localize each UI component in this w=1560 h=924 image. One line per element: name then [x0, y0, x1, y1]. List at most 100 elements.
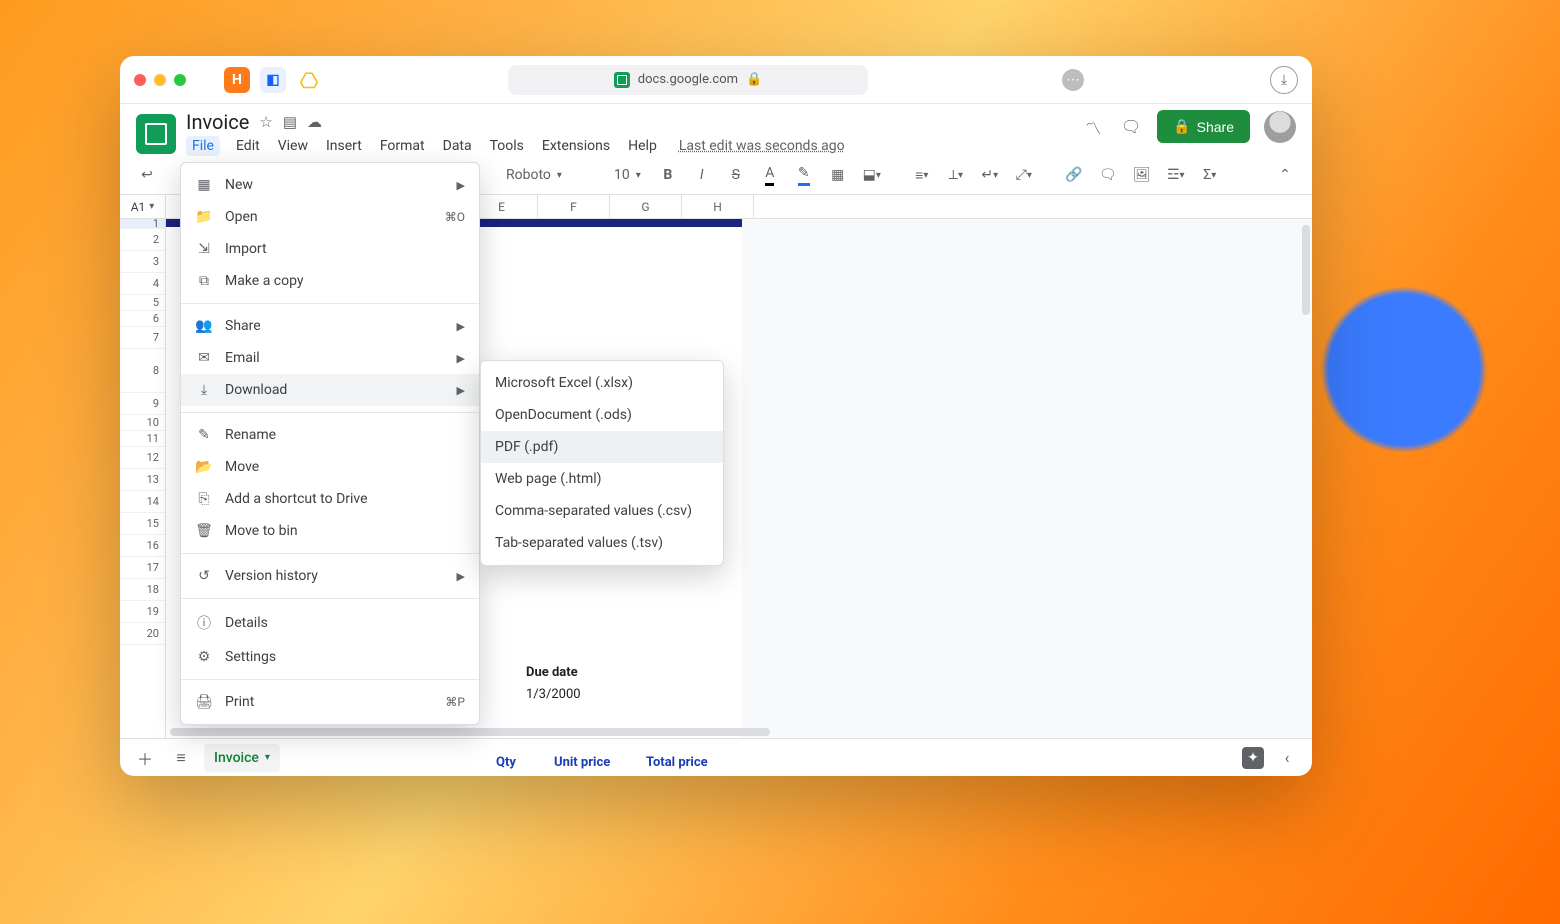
bold-button[interactable]: B [655, 162, 681, 188]
row-header[interactable]: 5 [120, 295, 165, 311]
row-header[interactable]: 3 [120, 251, 165, 273]
vertical-scrollbar[interactable] [1300, 219, 1310, 738]
row-header[interactable]: 9 [120, 393, 165, 415]
download-html[interactable]: Web page (.html) [481, 463, 723, 495]
menu-item-share[interactable]: 👥 Share ▶ [181, 310, 479, 342]
row-header[interactable]: 13 [120, 469, 165, 491]
download-ods[interactable]: OpenDocument (.ods) [481, 399, 723, 431]
activity-icon[interactable]: 〽 [1081, 115, 1105, 139]
download-xlsx[interactable]: Microsoft Excel (.xlsx) [481, 367, 723, 399]
row-header[interactable]: 11 [120, 431, 165, 447]
menu-item-open[interactable]: 📁 Open ⌘O [181, 201, 479, 233]
window-minimize-button[interactable] [154, 74, 166, 86]
all-sheets-button[interactable]: ≡ [168, 745, 194, 771]
pinned-tab-drive[interactable] [296, 67, 322, 93]
menu-item-details[interactable]: ⓘ Details [181, 605, 479, 641]
menu-item-rename[interactable]: ✎ Rename [181, 419, 479, 451]
menu-data[interactable]: Data [441, 136, 474, 156]
row-header[interactable]: 7 [120, 327, 165, 349]
vertical-align-button[interactable]: ⟂▾ [943, 162, 969, 188]
row-header[interactable]: 16 [120, 535, 165, 557]
column-header[interactable]: H [682, 195, 754, 218]
menu-extensions[interactable]: Extensions [540, 136, 612, 156]
insert-chart-button[interactable]: 🖼 [1129, 162, 1155, 188]
window-close-button[interactable] [134, 74, 146, 86]
strikethrough-button[interactable]: S [723, 162, 749, 188]
row-header[interactable]: 6 [120, 311, 165, 327]
pinned-tab-trello[interactable]: ◧ [260, 67, 286, 93]
share-button[interactable]: 🔒 Share [1157, 110, 1250, 143]
menu-item-move[interactable]: 📂 Move [181, 451, 479, 483]
add-sheet-button[interactable]: ＋ [132, 745, 158, 771]
explore-button[interactable]: ✦ [1242, 747, 1264, 769]
text-wrap-button[interactable]: ↵▾ [977, 162, 1003, 188]
menu-item-import[interactable]: ⇲ Import [181, 233, 479, 265]
menu-format[interactable]: Format [378, 136, 427, 156]
row-header[interactable]: 4 [120, 273, 165, 295]
italic-button[interactable]: I [689, 162, 715, 188]
address-bar[interactable]: docs.google.com 🔒 [508, 65, 868, 95]
move-to-folder-icon[interactable]: ▤ [283, 113, 297, 131]
row-header[interactable]: 12 [120, 447, 165, 469]
merge-cells-button[interactable]: ⬓▾ [859, 162, 885, 188]
name-box[interactable]: A1▾ [120, 195, 166, 218]
column-header[interactable]: F [538, 195, 610, 218]
menu-item-add-shortcut[interactable]: ⎘ Add a shortcut to Drive [181, 483, 479, 515]
font-size-select[interactable]: 10 ▾ [608, 162, 647, 188]
insert-link-button[interactable]: 🔗 [1061, 162, 1087, 188]
fill-color-button[interactable]: ✎ [791, 162, 817, 188]
comments-icon[interactable]: 🗨 [1119, 115, 1143, 139]
row-header[interactable]: 17 [120, 557, 165, 579]
menu-insert[interactable]: Insert [324, 136, 364, 156]
menu-item-print[interactable]: 🖨 Print ⌘P [181, 686, 479, 718]
functions-button[interactable]: Σ▾ [1197, 162, 1223, 188]
sheets-logo-icon[interactable] [136, 114, 176, 154]
menu-item-settings[interactable]: ⚙ Settings [181, 641, 479, 673]
menu-tools[interactable]: Tools [488, 136, 526, 156]
row-header[interactable]: 1 [120, 219, 165, 229]
menu-view[interactable]: View [276, 136, 310, 156]
menu-help[interactable]: Help [626, 136, 659, 156]
window-zoom-button[interactable] [174, 74, 186, 86]
cloud-status-icon[interactable]: ☁ [307, 113, 322, 131]
menu-edit[interactable]: Edit [234, 136, 262, 156]
row-header[interactable]: 2 [120, 229, 165, 251]
row-header[interactable]: 19 [120, 601, 165, 623]
row-header[interactable]: 15 [120, 513, 165, 535]
downloads-button[interactable]: ⤓ [1270, 66, 1298, 94]
sheet-tab-invoice[interactable]: Invoice ▾ [204, 744, 280, 772]
text-color-button[interactable]: A [757, 162, 783, 188]
menu-file[interactable]: File [186, 136, 220, 156]
menu-item-new[interactable]: ▦ New ▶ [181, 169, 479, 201]
filter-button[interactable]: ☲▾ [1163, 162, 1189, 188]
row-header[interactable]: 18 [120, 579, 165, 601]
row-header[interactable]: 8 [120, 349, 165, 393]
horizontal-align-button[interactable]: ≡▾ [909, 162, 935, 188]
row-header[interactable]: 14 [120, 491, 165, 513]
insert-comment-button[interactable]: 🗨 [1095, 162, 1121, 188]
menu-item-version-history[interactable]: ↺ Version history ▶ [181, 560, 479, 592]
toolbar-collapse-button[interactable]: ⌃ [1272, 162, 1298, 188]
borders-button[interactable]: ▦ [825, 162, 851, 188]
font-family-select[interactable]: Roboto ▾ [500, 162, 600, 188]
row-header[interactable]: 20 [120, 623, 165, 645]
document-title[interactable]: Invoice [186, 110, 249, 134]
row-header[interactable]: 10 [120, 415, 165, 431]
last-edit-link[interactable]: Last edit was seconds ago [679, 138, 845, 154]
download-tsv[interactable]: Tab-separated values (.tsv) [481, 527, 723, 559]
menu-item-move-to-bin[interactable]: 🗑 Move to bin [181, 515, 479, 547]
download-csv[interactable]: Comma-separated values (.csv) [481, 495, 723, 527]
menu-item-email[interactable]: ✉ Email ▶ [181, 342, 479, 374]
menu-item-make-copy[interactable]: ⧉ Make a copy [181, 265, 479, 297]
pinned-tab-habitica[interactable]: H [224, 67, 250, 93]
column-header[interactable]: G [610, 195, 682, 218]
side-panel-toggle[interactable]: ‹ [1274, 745, 1300, 771]
account-avatar[interactable] [1264, 111, 1296, 143]
download-pdf[interactable]: PDF (.pdf) [481, 431, 723, 463]
menu-item-download[interactable]: ⤓ Download ▶ [181, 374, 479, 406]
undo-button[interactable]: ↩ [134, 162, 160, 188]
star-icon[interactable]: ☆ [259, 113, 272, 131]
horizontal-scrollbar[interactable] [166, 726, 1298, 736]
text-rotation-button[interactable]: ⤢▾ [1011, 162, 1037, 188]
site-menu-button[interactable]: ⋯ [1062, 69, 1084, 91]
